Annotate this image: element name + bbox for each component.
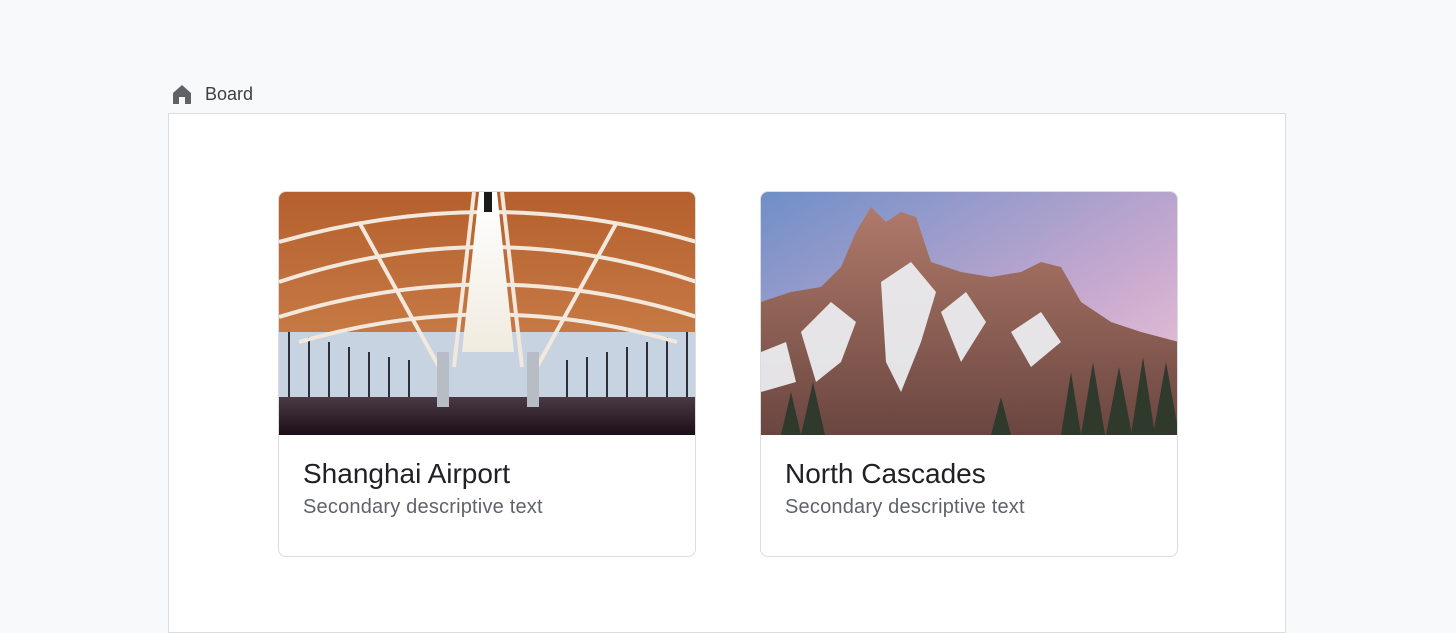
card-body: North Cascades Secondary descriptive tex… bbox=[761, 435, 1177, 521]
card-subtitle: Secondary descriptive text bbox=[303, 496, 543, 518]
card-title: North Cascades bbox=[785, 458, 986, 489]
board-panel: Shanghai Airport Secondary descriptive t… bbox=[168, 113, 1286, 633]
card-subtitle: Secondary descriptive text bbox=[785, 496, 1025, 518]
breadcrumb: Board bbox=[171, 81, 253, 107]
card-shanghai-airport[interactable]: Shanghai Airport Secondary descriptive t… bbox=[278, 191, 696, 557]
card-title: Shanghai Airport bbox=[303, 458, 511, 489]
home-icon[interactable] bbox=[171, 83, 193, 105]
breadcrumb-label[interactable]: Board bbox=[205, 81, 253, 107]
mountain-peaks-image bbox=[761, 192, 1177, 435]
card-north-cascades[interactable]: North Cascades Secondary descriptive tex… bbox=[760, 191, 1178, 557]
card-body: Shanghai Airport Secondary descriptive t… bbox=[279, 435, 695, 521]
airport-interior-image bbox=[279, 192, 695, 435]
